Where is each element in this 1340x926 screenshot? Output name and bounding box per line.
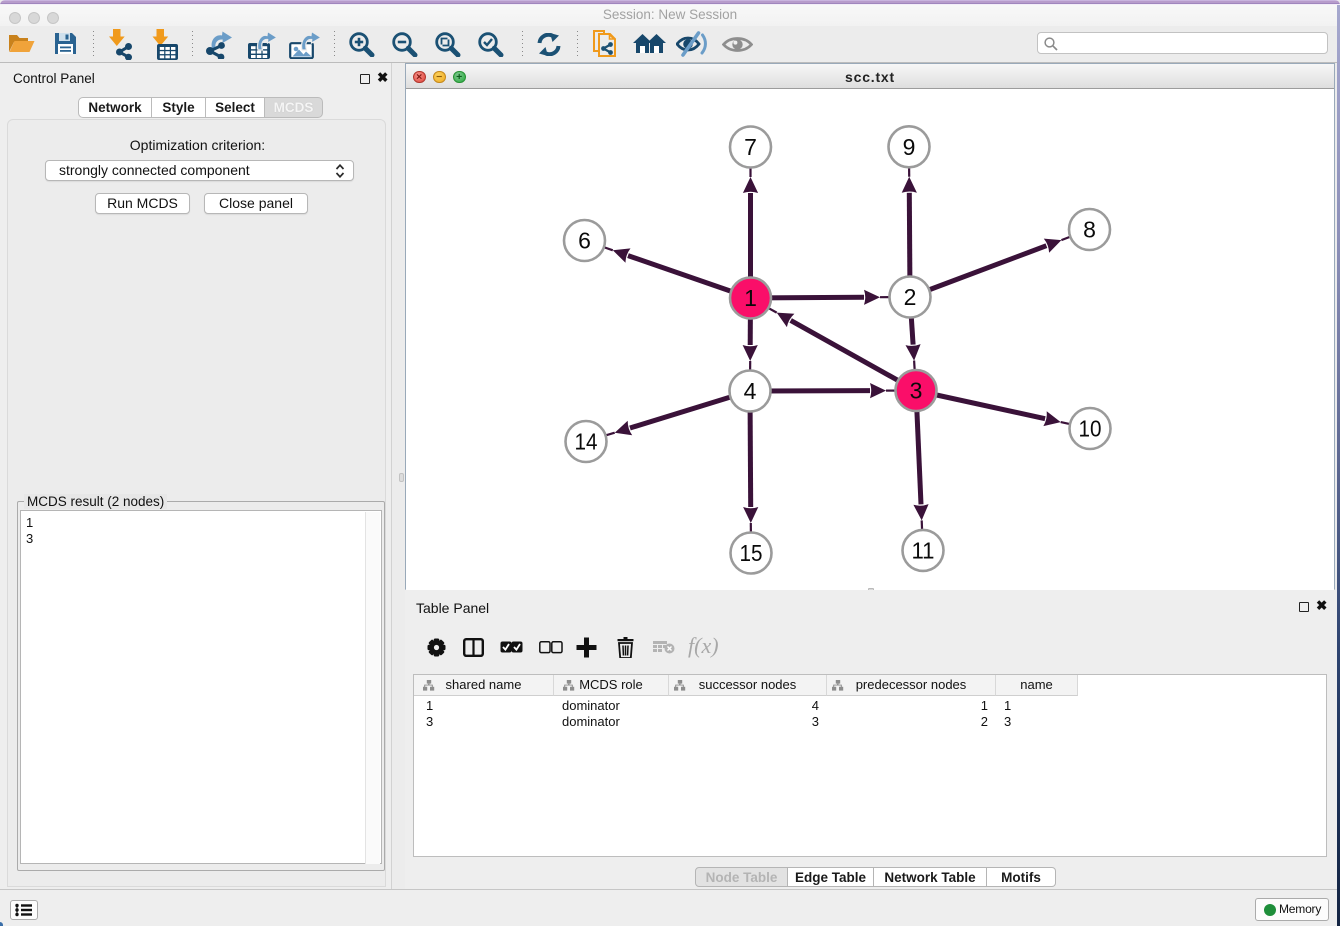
svg-text:10: 10 <box>1079 416 1102 442</box>
svg-text:3: 3 <box>910 378 923 404</box>
svg-text:14: 14 <box>575 429 598 455</box>
svg-text:9: 9 <box>903 134 916 160</box>
svg-text:2: 2 <box>904 284 917 310</box>
svg-text:4: 4 <box>744 378 757 404</box>
svg-text:6: 6 <box>578 228 591 254</box>
svg-text:8: 8 <box>1083 217 1096 243</box>
svg-text:7: 7 <box>744 134 757 160</box>
svg-text:15: 15 <box>740 540 763 566</box>
svg-text:11: 11 <box>912 537 935 563</box>
svg-text:1: 1 <box>744 285 757 311</box>
